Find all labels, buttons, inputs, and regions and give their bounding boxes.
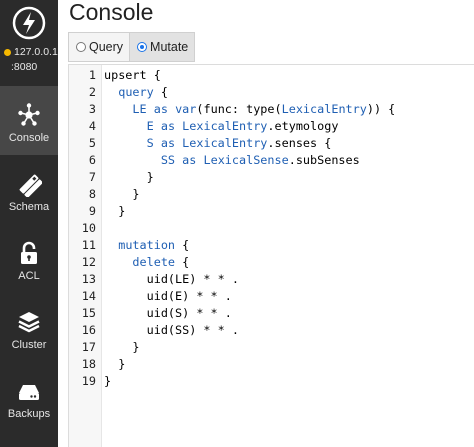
code-line[interactable]: uid(SS) * * . bbox=[104, 322, 472, 339]
code-token: as bbox=[182, 153, 197, 167]
code-line[interactable]: query { bbox=[104, 84, 472, 101]
code-line[interactable]: LE as var(func: type(LexicalEntry)) { bbox=[104, 101, 472, 118]
sidebar-item-cluster[interactable]: Cluster bbox=[0, 293, 58, 362]
sidebar-item-schema[interactable]: Schema bbox=[0, 155, 58, 224]
code-token: var bbox=[175, 102, 197, 116]
sidebar-item-label: Schema bbox=[8, 201, 50, 213]
line-number: 4 bbox=[88, 119, 96, 133]
line-number: 3 bbox=[88, 102, 96, 116]
code-token: query bbox=[118, 85, 154, 99]
code-line[interactable]: } bbox=[104, 373, 472, 390]
schema-icon bbox=[19, 174, 42, 197]
page-title: Console bbox=[69, 0, 154, 25]
code-line[interactable]: } bbox=[104, 169, 472, 186]
line-number: 12 bbox=[81, 255, 96, 269]
connection-status-indicator bbox=[4, 49, 11, 56]
console-panel: Console Query Mutate 1 2 3 4 5 6 7 8 9 10 11 12 13 14… bbox=[58, 0, 474, 447]
code-line[interactable]: delete { bbox=[104, 254, 472, 271]
line-number: 5 bbox=[88, 136, 96, 150]
line-number: 6 bbox=[88, 153, 96, 167]
line-number: 8 bbox=[88, 187, 96, 201]
code-line[interactable]: mutation { bbox=[104, 237, 472, 254]
console-icon bbox=[18, 103, 40, 126]
dgraph-logo-icon[interactable] bbox=[0, 0, 58, 46]
lock-icon bbox=[21, 241, 37, 264]
code-line[interactable]: S as LexicalEntry.senses { bbox=[104, 135, 472, 152]
line-number: 1 bbox=[88, 68, 96, 82]
tab-label: Query bbox=[89, 40, 124, 54]
line-number: 7 bbox=[88, 170, 96, 184]
drive-icon bbox=[19, 385, 39, 400]
line-number-gutter: 1 2 3 4 5 6 7 8 9 10 11 12 13 14 15 16 17 18 19 bbox=[69, 65, 102, 447]
server-port: :8080 bbox=[11, 61, 38, 73]
layers-icon bbox=[18, 312, 40, 333]
code-token: LE bbox=[132, 102, 147, 116]
sidebar-item-acl[interactable]: ACL bbox=[0, 224, 58, 293]
query-radio[interactable] bbox=[76, 42, 86, 52]
code-token: mutation bbox=[118, 238, 176, 252]
code-line[interactable]: } bbox=[104, 203, 472, 220]
code-token: delete bbox=[132, 255, 176, 269]
code-token: S bbox=[146, 136, 154, 150]
sidebar-item-backups[interactable]: Backups bbox=[0, 362, 58, 431]
server-address[interactable]: 127.0.0.1 :8080 bbox=[0, 46, 58, 78]
code-line[interactable]: uid(S) * * . bbox=[104, 305, 472, 322]
sidebar-item-label: ACL bbox=[18, 270, 40, 282]
code-token: SS bbox=[160, 153, 176, 167]
line-number: 17 bbox=[81, 340, 96, 354]
code-token: LexicalSense bbox=[203, 153, 289, 167]
code-line[interactable]: E as LexicalEntry.etymology bbox=[104, 118, 472, 135]
code-token: as bbox=[160, 119, 176, 133]
tab-query[interactable]: Query bbox=[69, 33, 129, 61]
line-number: 13 bbox=[81, 272, 96, 286]
server-host: 127.0.0.1 bbox=[14, 46, 58, 58]
line-number: 14 bbox=[81, 289, 96, 303]
line-number: 19 bbox=[81, 374, 96, 388]
line-number: 9 bbox=[88, 204, 96, 218]
sidebar-item-label: Cluster bbox=[11, 339, 47, 351]
query-mode-tabs: Query Mutate bbox=[68, 32, 196, 62]
code-line[interactable]: } bbox=[104, 356, 472, 373]
code-line[interactable]: uid(LE) * * . bbox=[104, 271, 472, 288]
sidebar: 127.0.0.1 :8080 Console Schema ACL Clust… bbox=[0, 0, 58, 447]
code-line[interactable] bbox=[104, 220, 472, 237]
code-line[interactable]: } bbox=[104, 339, 472, 356]
line-number: 16 bbox=[81, 323, 96, 337]
tab-label: Mutate bbox=[150, 40, 189, 54]
code-token: as bbox=[153, 102, 168, 116]
sidebar-item-label: Console bbox=[8, 132, 50, 144]
line-number: 10 bbox=[81, 221, 96, 235]
code-line[interactable]: uid(E) * * . bbox=[104, 288, 472, 305]
code-line[interactable]: SS as LexicalSense.subSenses bbox=[104, 152, 472, 169]
tab-mutate[interactable]: Mutate bbox=[129, 33, 195, 61]
code-token: LexicalEntry bbox=[281, 102, 367, 116]
sidebar-item-console[interactable]: Console bbox=[0, 86, 58, 155]
code-line[interactable]: upsert { bbox=[104, 67, 472, 84]
code-editor[interactable]: 1 2 3 4 5 6 7 8 9 10 11 12 13 14 15 16 17 18 19 upsert { q… bbox=[68, 64, 474, 447]
line-number: 18 bbox=[81, 357, 96, 371]
sidebar-item-label: Backups bbox=[7, 408, 51, 420]
code-line[interactable]: } bbox=[104, 186, 472, 203]
code-token: as bbox=[160, 136, 176, 150]
line-number: 2 bbox=[88, 85, 96, 99]
code-token: LexicalEntry bbox=[182, 119, 268, 133]
code-token: LexicalEntry bbox=[182, 136, 268, 150]
line-number: 11 bbox=[81, 238, 96, 252]
line-number: 15 bbox=[81, 306, 96, 320]
code-token: E bbox=[146, 119, 154, 133]
mutate-radio[interactable] bbox=[137, 42, 148, 52]
